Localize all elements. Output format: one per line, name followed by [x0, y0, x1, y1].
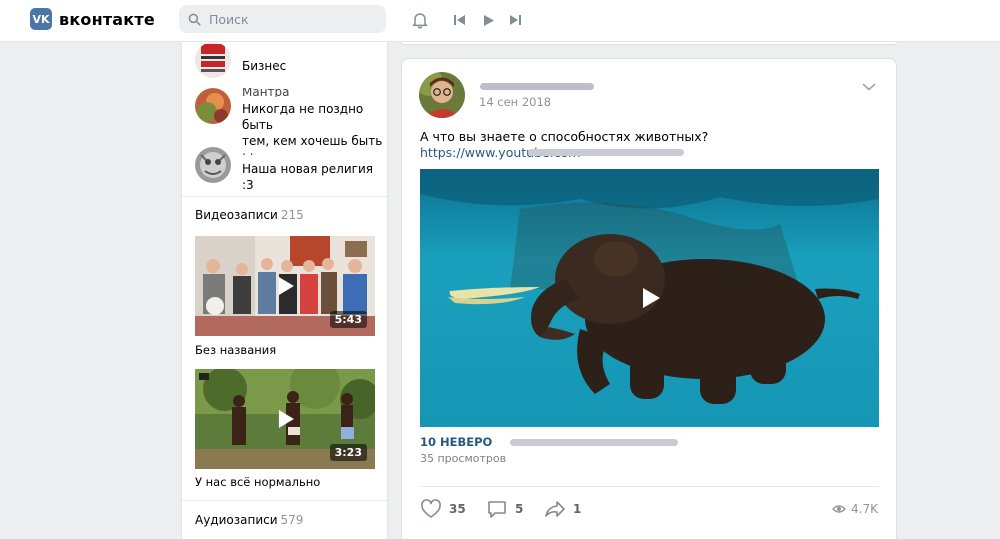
like-button[interactable]: 35 [420, 499, 466, 519]
chevron-down-icon[interactable] [862, 82, 876, 92]
link-redacted [528, 149, 684, 156]
play-icon [278, 410, 294, 428]
profile-left-column: Бизнес Мантра Никогда не поздно быть тем… [181, 42, 388, 539]
videos-count: 215 [280, 208, 304, 222]
video-link-title[interactable]: 10 НЕВЕРО [420, 435, 512, 449]
share-icon [545, 501, 565, 517]
likes-count: 35 [449, 502, 466, 516]
top-header: VK вконтакте [0, 0, 1000, 42]
play-icon [642, 288, 660, 308]
divider [182, 196, 387, 197]
search-input[interactable] [209, 11, 379, 27]
post-text: А что вы знаете о способностях животных? [420, 129, 709, 144]
shares-count: 1 [573, 502, 582, 516]
subscription-avatar [195, 88, 231, 124]
eye-icon [832, 505, 846, 513]
previous-track-icon[interactable] [450, 10, 470, 30]
notifications-bell-icon[interactable] [410, 10, 430, 30]
play-track-icon[interactable] [478, 10, 498, 30]
author-avatar[interactable] [419, 72, 465, 118]
video-title[interactable]: У нас всё нормально [195, 475, 320, 489]
heart-icon [421, 499, 441, 518]
comment-icon [488, 501, 506, 518]
video-duration: 5:43 [329, 311, 367, 328]
video-title[interactable]: Без названия [195, 343, 276, 357]
vk-logo-text: вконтакте [59, 9, 155, 29]
post-views: 4.7K [832, 502, 878, 516]
video-thumbnail[interactable]: 5:43 [195, 236, 375, 336]
post-video[interactable] [420, 169, 879, 427]
audio-count: 579 [280, 513, 304, 527]
subscription-name: Мантра [242, 88, 290, 97]
subscription-status: Бизнес [242, 59, 287, 73]
video-views-count: 35 просмотров [420, 452, 507, 465]
comments-count: 5 [515, 502, 524, 516]
video-duration: 3:23 [329, 444, 367, 461]
comment-button[interactable]: 5 [486, 499, 523, 519]
subscription-item[interactable]: Бизнес [195, 42, 385, 78]
audio-section-title[interactable]: Аудиозаписи 579 [195, 513, 303, 527]
audio-section-label: Аудиозаписи [195, 513, 278, 527]
previous-post-edge [401, 42, 897, 45]
share-button[interactable]: 1 [544, 499, 581, 519]
post-date[interactable]: 14 сен 2018 [479, 95, 551, 109]
subscription-status: Наша новая религия :3 [242, 162, 373, 192]
videos-section-label: Видеозаписи [195, 208, 278, 222]
search-box[interactable] [179, 5, 386, 33]
videos-section-title[interactable]: Видеозаписи 215 [195, 208, 304, 222]
vk-logo[interactable]: VK вконтакте [30, 8, 155, 30]
search-icon [188, 13, 201, 26]
title-redacted [510, 439, 678, 446]
wall-post: 14 сен 2018 А что вы знаете о способност… [401, 58, 897, 539]
subscription-avatar [195, 147, 231, 183]
video-thumbnail[interactable]: 3:23 [195, 369, 375, 469]
subscription-name: . . [242, 147, 254, 156]
divider [182, 500, 387, 501]
author-name-redacted[interactable] [480, 83, 594, 90]
divider [420, 486, 879, 487]
views-count: 4.7K [851, 502, 878, 516]
subscription-item[interactable]: . . Наша новая религия :3 [195, 147, 385, 193]
subscription-item[interactable]: Мантра Никогда не поздно быть тем, кем х… [195, 88, 385, 149]
next-track-icon[interactable] [505, 10, 525, 30]
play-icon [278, 277, 294, 295]
subscription-avatar [195, 42, 231, 78]
vk-logo-icon: VK [30, 8, 52, 30]
subscription-status: Никогда не поздно быть [242, 102, 364, 132]
